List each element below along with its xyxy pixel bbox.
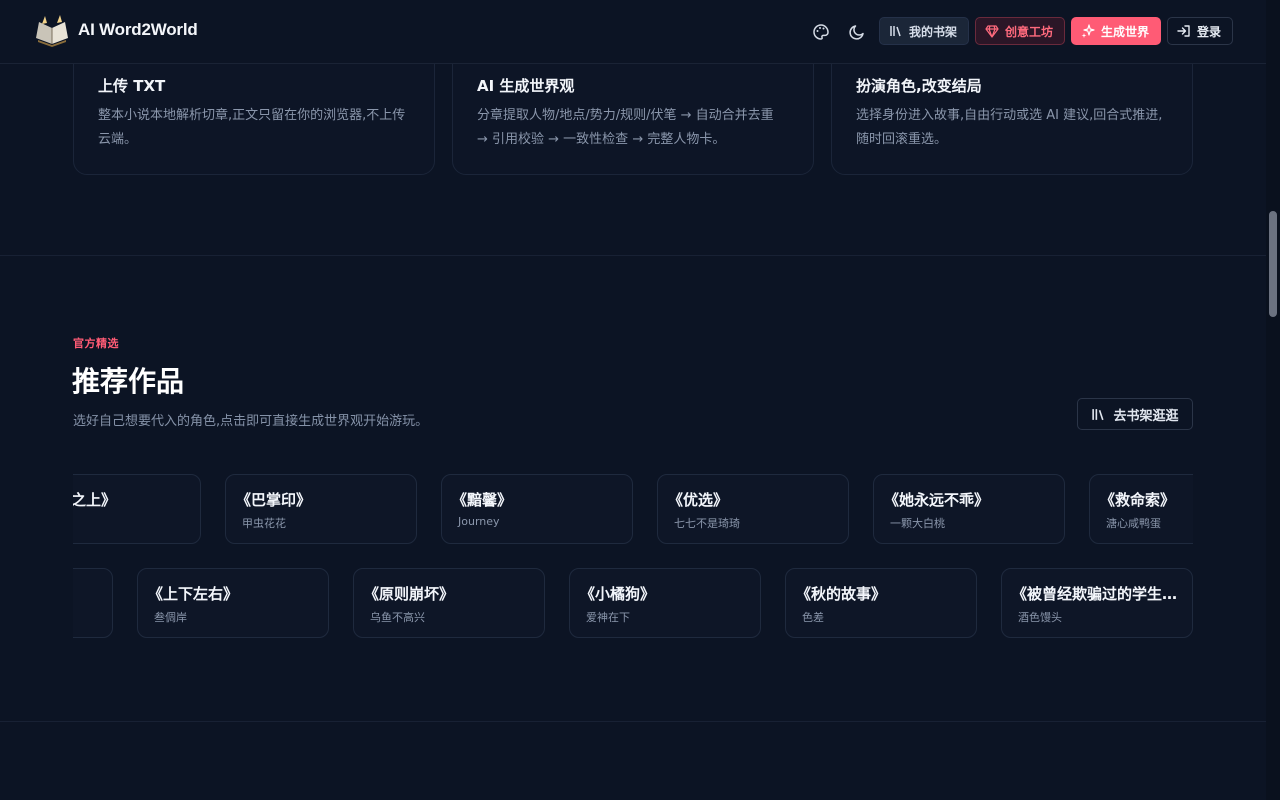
generate-world-label: 生成世界 xyxy=(1101,24,1150,39)
section-divider xyxy=(0,721,1266,722)
book-title: 《…之上》 xyxy=(73,491,116,509)
book-card[interactable]: 《她永远不乖》 一颗大白桃 xyxy=(873,474,1065,544)
brand-name[interactable]: AI Word2World xyxy=(78,20,198,40)
section-eyebrow: 官方精选 xyxy=(73,337,119,350)
book-card[interactable]: 《巴掌印》 甲虫花花 xyxy=(225,474,417,544)
book-title: 《秋的故事》 xyxy=(796,585,887,603)
book-title: 《原则崩坏》 xyxy=(364,585,455,603)
page-scrollbar[interactable] xyxy=(1266,0,1280,800)
login-label: 登录 xyxy=(1197,24,1222,39)
book-card[interactable]: 《优选》 七七不是琦琦 xyxy=(657,474,849,544)
book-title: 《被曾经欺骗过的学生反复爱上》 xyxy=(1012,585,1190,603)
book-title: 《黯馨》 xyxy=(452,491,513,509)
book-author: 爱神在下 xyxy=(586,611,630,624)
book-title: 《小橘狗》 xyxy=(580,585,656,603)
section-divider xyxy=(0,255,1266,256)
bookshelf-icon xyxy=(890,26,901,37)
book-title: 《她永远不乖》 xyxy=(884,491,990,509)
book-author: 一颗大白桃 xyxy=(890,517,945,530)
book-card[interactable]: 《小橘狗》 爱神在下 xyxy=(569,568,761,638)
gem-icon xyxy=(985,25,999,38)
book-author: 酒色馒头 xyxy=(1018,611,1062,624)
login-button[interactable]: 登录 xyxy=(1167,17,1233,45)
book-carousel-row-2[interactable]: 《上下左右》 叁倜岸 《原则崩坏》 乌鱼不高兴 《小橘狗》 爱神在下 《秋的故事… xyxy=(73,568,1193,640)
book-card[interactable]: 《秋的故事》 色差 xyxy=(785,568,977,638)
top-header: AI Word2World 我的书架 创意工坊 生成世界 登录 xyxy=(0,0,1266,64)
feature-desc: 整本小说本地解析切章,正文只留在你的浏览器,不上传云端。 xyxy=(98,108,406,147)
book-author: 甲虫花花 xyxy=(242,517,286,530)
feature-title: 上传 TXT xyxy=(98,77,166,95)
book-author: 色差 xyxy=(802,611,824,624)
book-author: 叁倜岸 xyxy=(154,611,187,624)
login-icon xyxy=(1177,25,1190,37)
feature-title: AI 生成世界观 xyxy=(477,77,575,95)
logo-book-icon[interactable] xyxy=(33,14,71,48)
book-author: 乌鱼不高兴 xyxy=(370,611,425,624)
book-title: 《巴掌印》 xyxy=(236,491,312,509)
creative-workshop-button[interactable]: 创意工坊 xyxy=(975,17,1065,45)
dark-mode-toggle[interactable] xyxy=(846,21,868,43)
book-carousel-row-1[interactable]: 《…之上》 《巴掌印》 甲虫花花 《黯馨》 Journey 《优选》 七七不是琦… xyxy=(73,474,1193,546)
book-title: 《救命索》 xyxy=(1100,491,1176,509)
theme-palette-button[interactable] xyxy=(810,21,832,43)
sparkles-icon xyxy=(1081,24,1095,38)
book-card[interactable]: 《黯馨》 Journey xyxy=(441,474,633,544)
book-card[interactable]: 《…之上》 xyxy=(73,474,201,544)
book-author: 七七不是琦琦 xyxy=(674,517,740,530)
generate-world-button[interactable]: 生成世界 xyxy=(1071,17,1161,45)
section-subtitle: 选好自己想要代入的角色,点击即可直接生成世界观开始游玩。 xyxy=(73,414,429,429)
book-card[interactable]: 《救命索》 溏心咸鸭蛋 xyxy=(1089,474,1193,544)
feature-title: 扮演角色,改变结局 xyxy=(856,77,982,95)
book-card[interactable]: 《被曾经欺骗过的学生反复爱上》 酒色馒头 xyxy=(1001,568,1193,638)
my-bookshelf-label: 我的书架 xyxy=(909,24,958,39)
my-bookshelf-button[interactable]: 我的书架 xyxy=(879,17,969,45)
book-author: 溏心咸鸭蛋 xyxy=(1106,517,1161,530)
book-card[interactable] xyxy=(73,568,113,638)
browse-bookshelf-button[interactable]: 去书架逛逛 xyxy=(1077,398,1193,430)
book-title: 《优选》 xyxy=(668,491,729,509)
book-author: Journey xyxy=(458,515,500,528)
palette-icon xyxy=(813,24,829,40)
browse-bookshelf-label: 去书架逛逛 xyxy=(1113,408,1179,424)
book-card[interactable]: 《上下左右》 叁倜岸 xyxy=(137,568,329,638)
feature-desc: 分章提取人物/地点/势力/规则/伏笔 → 自动合并去重 → 引用校验 → 一致性… xyxy=(477,108,774,147)
creative-workshop-label: 创意工坊 xyxy=(1005,24,1054,39)
feature-desc: 选择身份进入故事,自由行动或选 AI 建议,回合式推进,随时回滚重选。 xyxy=(856,108,1163,147)
bookshelf-icon xyxy=(1092,408,1105,420)
moon-icon xyxy=(849,25,864,40)
scrollbar-thumb[interactable] xyxy=(1269,211,1277,317)
section-title: 推荐作品 xyxy=(72,365,185,398)
book-card[interactable]: 《原则崩坏》 乌鱼不高兴 xyxy=(353,568,545,638)
book-title: 《上下左右》 xyxy=(148,585,239,603)
